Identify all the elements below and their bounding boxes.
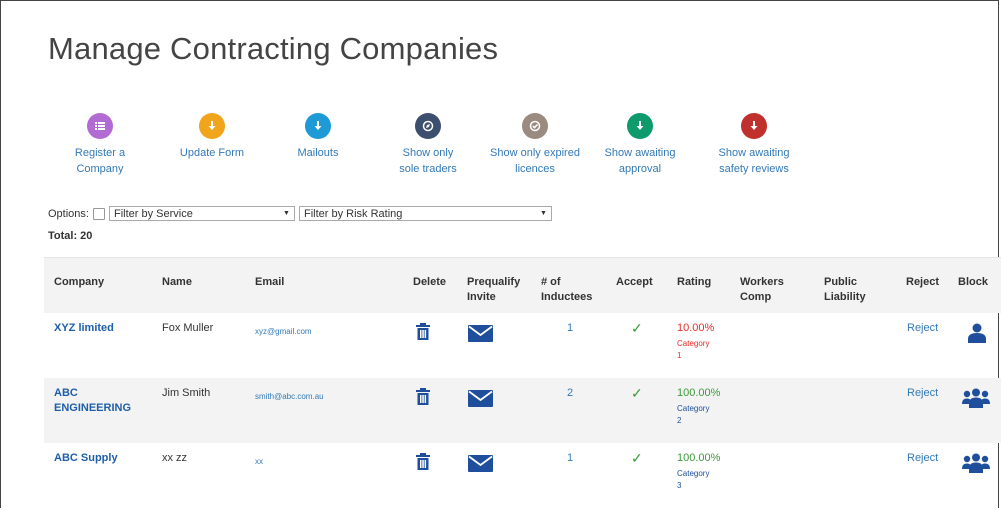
col-rating[interactable]: Rating <box>677 275 711 290</box>
filter-risk-value: Filter by Risk Rating <box>303 207 403 220</box>
mailouts-button[interactable]: Mailouts <box>285 113 351 161</box>
reject-link[interactable]: Reject <box>907 321 938 336</box>
rating-value: 100.00% Category 2 <box>677 386 720 425</box>
rating-value: 10.00% Category 1 <box>677 321 714 360</box>
company-link[interactable]: ABC ENGINEERING <box>54 386 131 416</box>
col-company[interactable]: Company <box>54 275 104 290</box>
inductees-count[interactable]: 2 <box>567 386 573 401</box>
email-link[interactable]: smith@abc.com.au <box>255 389 324 404</box>
email-link[interactable]: xyz@gmail.com <box>255 324 312 339</box>
companies-table: Company Name Email Delete Prequalify Inv… <box>44 257 1001 508</box>
trash-icon[interactable] <box>415 453 431 471</box>
rating-percent: 10.00% <box>677 322 715 334</box>
dropdown-arrow-icon: ▼ <box>540 210 547 217</box>
rating-category-number: 3 <box>677 481 682 490</box>
inductees-count[interactable]: 1 <box>567 451 573 466</box>
rating-category-label: Category <box>677 404 710 413</box>
reject-link[interactable]: Reject <box>907 451 938 466</box>
rating-percent: 100.00% <box>677 452 721 464</box>
col-accept: Accept <box>616 276 653 288</box>
download-icon <box>741 113 767 139</box>
register-company-button[interactable]: Register a Company <box>62 113 138 177</box>
options-label: Options: <box>48 207 89 220</box>
options-bar: Options: Filter by Service ▼ Filter by R… <box>48 206 552 221</box>
envelope-icon[interactable] <box>468 455 493 472</box>
col-inductees[interactable]: # of Inductees <box>541 275 592 305</box>
col-email[interactable]: Email <box>255 275 284 290</box>
download-icon <box>305 113 331 139</box>
rating-category-label: Category <box>677 469 710 478</box>
accept-check-icon[interactable]: ✓ <box>631 451 643 466</box>
trash-icon[interactable] <box>415 388 431 406</box>
toolbar: Register a Company Update Form Mailouts … <box>0 113 1001 183</box>
trash-icon[interactable] <box>415 323 431 341</box>
rating-value: 100.00% Category 3 <box>677 451 720 490</box>
awaiting-approval-button[interactable]: Show awaiting approval <box>600 113 680 177</box>
rating-category-label: Category <box>677 339 710 348</box>
accept-check-icon[interactable]: ✓ <box>631 321 643 336</box>
table-row: ABC ENGINEERING Jim Smith smith@abc.com.… <box>44 378 1001 443</box>
filter-risk-select[interactable]: Filter by Risk Rating ▼ <box>298 206 552 221</box>
list-icon <box>87 113 113 139</box>
company-link[interactable]: XYZ limited <box>54 321 114 336</box>
col-prequalify: Prequalify Invite <box>467 276 521 303</box>
contact-name: Fox Muller <box>162 322 214 334</box>
col-block: Block <box>958 276 988 288</box>
inductees-count[interactable]: 1 <box>567 321 573 336</box>
check-circle-icon <box>522 113 548 139</box>
rating-percent: 100.00% <box>677 387 721 399</box>
contact-name: xx zz <box>162 452 188 464</box>
sole-traders-label: Show only sole traders <box>399 147 457 175</box>
user-icon[interactable] <box>968 323 986 343</box>
awaiting-safety-reviews-button[interactable]: Show awaiting safety reviews <box>708 113 800 177</box>
expired-licences-label: Show only expired licences <box>490 147 580 175</box>
filter-service-select[interactable]: Filter by Service ▼ <box>108 206 295 221</box>
dropdown-arrow-icon: ▼ <box>283 210 290 217</box>
email-link[interactable]: xx <box>255 454 263 469</box>
users-icon[interactable] <box>962 388 990 408</box>
update-form-label: Update Form <box>179 147 245 159</box>
sole-traders-button[interactable]: Show only sole traders <box>388 113 468 177</box>
update-form-button[interactable]: Update Form <box>170 113 254 161</box>
download-icon <box>627 113 653 139</box>
col-public-liability: Public Liability <box>824 276 866 303</box>
rating-category-number: 1 <box>677 351 682 360</box>
total-count: Total: 20 <box>48 230 93 242</box>
accept-check-icon[interactable]: ✓ <box>631 386 643 401</box>
envelope-icon[interactable] <box>468 390 493 407</box>
reject-link[interactable]: Reject <box>907 386 938 401</box>
awaiting-safety-reviews-label: Show awaiting safety reviews <box>718 147 790 175</box>
col-name[interactable]: Name <box>162 275 192 290</box>
col-reject: Reject <box>906 276 940 288</box>
table-header: Company Name Email Delete Prequalify Inv… <box>44 257 1001 313</box>
company-link[interactable]: ABC Supply <box>54 451 118 466</box>
page-title: Manage Contracting Companies <box>48 31 499 66</box>
table-row: ABC Supply xx zz xx 1 ✓ 100.00% Category… <box>44 443 1001 508</box>
users-icon[interactable] <box>962 453 990 473</box>
expired-licences-button[interactable]: Show only expired licences <box>482 113 588 177</box>
register-company-label: Register a Company <box>74 147 126 175</box>
table-row: XYZ limited Fox Muller xyz@gmail.com 1 ✓… <box>44 313 1001 378</box>
col-delete: Delete <box>413 276 447 288</box>
rating-category-number: 2 <box>677 416 682 425</box>
col-workers-comp: Workers Comp <box>740 276 784 303</box>
mailouts-label: Mailouts <box>297 147 339 159</box>
download-icon <box>199 113 225 139</box>
contact-name: Jim Smith <box>162 387 211 399</box>
awaiting-approval-label: Show awaiting approval <box>604 147 676 175</box>
compass-icon <box>415 113 441 139</box>
envelope-icon[interactable] <box>468 325 493 342</box>
options-checkbox[interactable] <box>92 207 105 220</box>
filter-service-value: Filter by Service <box>113 207 193 220</box>
